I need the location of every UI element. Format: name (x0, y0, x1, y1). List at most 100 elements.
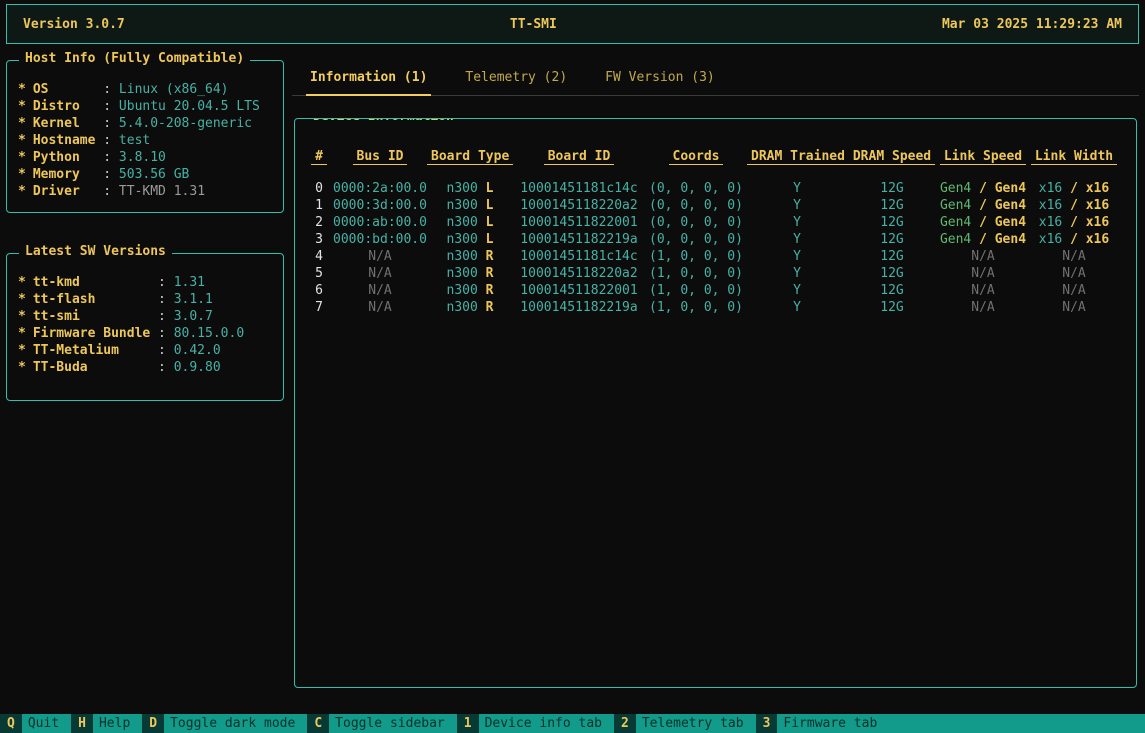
bus-id: 0000:3d:00.0 (333, 198, 427, 213)
bus-id: N/A (368, 300, 391, 315)
board-position: L (486, 198, 494, 213)
footer-shortcut-q[interactable]: QQuit (0, 714, 71, 733)
coords: (1, 0, 0, 0) (649, 300, 743, 315)
link-val-left: Gen4 (940, 232, 971, 247)
column-header-label: DRAM Trained (747, 149, 849, 165)
link-separator: / (971, 198, 994, 213)
bullet-star: * (18, 132, 26, 149)
cell-dram-speed: 12G (847, 265, 937, 282)
column-header: Board ID (513, 149, 645, 180)
board-id: 100014511822001 (520, 283, 637, 298)
info-value: 503.56 GB (119, 166, 189, 183)
cell-board-id: 10001451181c14c (513, 248, 645, 265)
info-line: *tt-smi: 3.0.7 (13, 308, 277, 325)
info-line: *OS: Linux (x86_64) (13, 81, 277, 98)
board-type: n300 (447, 300, 478, 315)
dram-speed: 12G (880, 300, 903, 315)
info-value: 80.15.0.0 (174, 325, 244, 342)
link-val-right: Gen4 (995, 232, 1026, 247)
shortcut-label: Device info tab (479, 714, 614, 733)
bus-id: N/A (368, 249, 391, 264)
cell-board-id: 100014511822001 (513, 214, 645, 231)
footer-shortcut-2[interactable]: 2Telemetry tab (614, 714, 756, 733)
cell-num: 6 (305, 282, 333, 299)
cell-link-width: N/A (1029, 299, 1119, 316)
cell-board-type: n300 R (427, 248, 513, 265)
dram-trained: Y (793, 283, 801, 298)
footer-shortcut-h[interactable]: HHelp (71, 714, 142, 733)
cell-board-type: n300 L (427, 197, 513, 214)
footer-shortcut-d[interactable]: DToggle dark mode (142, 714, 307, 733)
footer-shortcut-1[interactable]: 1Device info tab (457, 714, 614, 733)
cell-link-width: N/A (1029, 248, 1119, 265)
coords: (1, 0, 0, 0) (649, 283, 743, 298)
device-number: 1 (315, 198, 323, 213)
info-colon: : (158, 359, 174, 376)
info-colon: : (158, 274, 174, 291)
bullet-star: * (18, 183, 26, 200)
column-header-label: DRAM Speed (849, 149, 935, 165)
cell-link-speed: Gen4 / Gen4 (937, 231, 1029, 248)
board-id: 10001451182219a (520, 300, 637, 315)
dram-trained: Y (793, 215, 801, 230)
shortcut-key: D (142, 714, 164, 733)
info-label: Driver (33, 183, 103, 200)
bullet-star: * (18, 291, 26, 308)
coords: (0, 0, 0, 0) (649, 181, 743, 196)
cell-link-speed: N/A (937, 265, 1029, 282)
board-id: 10001451182219a (520, 232, 637, 247)
board-position: R (486, 249, 494, 264)
info-label: Distro (33, 98, 103, 115)
info-colon: : (158, 308, 174, 325)
dram-trained: Y (793, 266, 801, 281)
board-type: n300 (447, 181, 478, 196)
info-colon: : (103, 115, 119, 132)
link-val-right: Gen4 (995, 181, 1026, 196)
link-separator: / (971, 215, 994, 230)
footer-shortcut-c[interactable]: CToggle sidebar (307, 714, 456, 733)
info-label: Python (33, 149, 103, 166)
bullet-star: * (18, 81, 26, 98)
bullet-star: * (18, 342, 26, 359)
sw-versions-panel: Latest SW Versions *tt-kmd: 1.31*tt-flas… (6, 253, 284, 401)
link-separator: / (1062, 198, 1085, 213)
cell-dram-trained: Y (747, 299, 847, 316)
tt-smi-app: Version 3.0.7 TT-SMI Mar 03 2025 11:29:2… (0, 0, 1145, 733)
info-line: *Distro: Ubuntu 20.04.5 LTS (13, 98, 277, 115)
tab-information-1[interactable]: Information (1) (306, 62, 431, 96)
cell-bus-id: 0000:ab:00.0 (333, 214, 427, 231)
board-position: R (486, 283, 494, 298)
info-line: *TT-Buda: 0.9.80 (13, 359, 277, 376)
link-separator: / (1062, 232, 1085, 247)
footer-bar: QQuitHHelpDToggle dark modeCToggle sideb… (0, 714, 1145, 733)
dram-speed: 12G (880, 232, 903, 247)
info-label: Memory (33, 166, 103, 183)
cell-link-width: x16 / x16 (1029, 197, 1119, 214)
link-val-right: x16 (1086, 181, 1109, 196)
tab-fw-version-3[interactable]: FW Version (3) (601, 62, 719, 95)
cell-board-type: n300 R (427, 282, 513, 299)
info-colon: : (103, 81, 119, 98)
tab-telemetry-2[interactable]: Telemetry (2) (461, 62, 571, 95)
column-header: DRAM Trained (747, 149, 847, 180)
link-val-right: Gen4 (995, 215, 1026, 230)
dram-trained: Y (793, 181, 801, 196)
sidebar: Host Info (Fully Compatible) *OS: Linux … (6, 50, 284, 714)
cell-coords: (0, 0, 0, 0) (645, 180, 747, 197)
link-val-right: x16 (1086, 215, 1109, 230)
device-info-panel-title: Device Information (307, 118, 460, 124)
host-info-panel: Host Info (Fully Compatible) *OS: Linux … (6, 60, 284, 213)
board-type: n300 (447, 283, 478, 298)
info-colon: : (103, 166, 119, 183)
column-header: Bus ID (333, 149, 427, 180)
app-version: Version 3.0.7 (23, 17, 125, 32)
link-val-na: N/A (1062, 300, 1085, 315)
info-colon: : (103, 98, 119, 115)
info-value: 5.4.0-208-generic (119, 115, 252, 132)
device-number: 0 (315, 181, 323, 196)
column-header: Link Width (1029, 149, 1119, 180)
bullet-star: * (18, 115, 26, 132)
info-line: *Driver: TT-KMD 1.31 (13, 183, 277, 200)
footer-shortcut-3[interactable]: 3Firmware tab (756, 714, 890, 733)
cell-bus-id: 0000:3d:00.0 (333, 197, 427, 214)
